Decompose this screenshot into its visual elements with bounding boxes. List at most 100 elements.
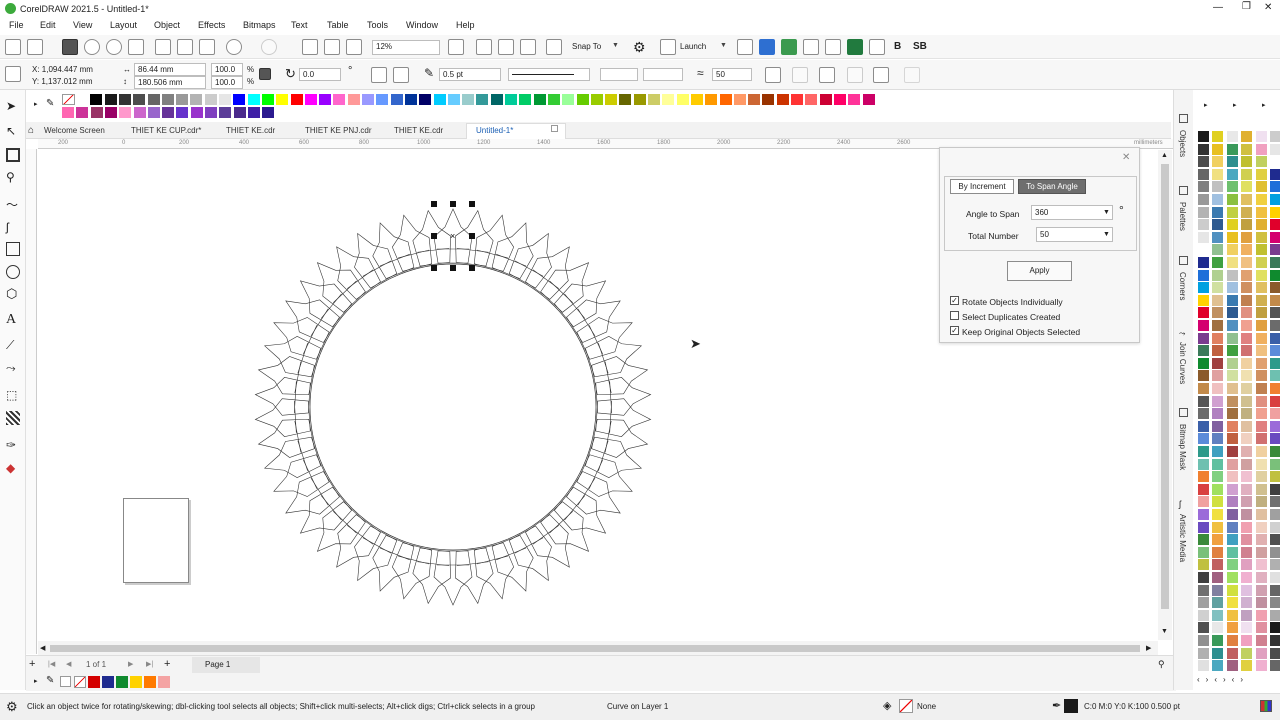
color-swatch[interactable]	[1212, 357, 1224, 370]
color-swatch[interactable]	[447, 94, 461, 105]
to-span-angle-tab[interactable]: To Span Angle	[1018, 179, 1086, 194]
color-swatch[interactable]	[1198, 370, 1210, 383]
color-swatch[interactable]	[1241, 269, 1253, 282]
color-swatch[interactable]	[1241, 181, 1253, 194]
color-swatch[interactable]	[1241, 458, 1253, 471]
color-swatch[interactable]	[119, 107, 133, 118]
add-page-icon[interactable]: +	[29, 658, 35, 670]
print-icon[interactable]	[128, 39, 144, 55]
petal[interactable]	[538, 250, 603, 315]
color-swatch[interactable]	[1270, 559, 1280, 572]
color-swatch[interactable]	[1256, 307, 1268, 320]
show-guidelines-icon[interactable]	[520, 39, 536, 55]
chevron-down-icon[interactable]: ▼	[1103, 231, 1110, 238]
smoothing-field[interactable]: 50	[712, 68, 752, 81]
color-swatch[interactable]	[1256, 168, 1268, 181]
color-swatch[interactable]	[1227, 345, 1239, 358]
color-swatch[interactable]	[1198, 660, 1210, 673]
docker-tab-bitmap-mask[interactable]: Bitmap Mask	[1178, 424, 1187, 470]
petal[interactable]	[575, 451, 640, 508]
color-swatch[interactable]	[1198, 559, 1210, 572]
color-swatch[interactable]	[1212, 181, 1224, 194]
petal[interactable]	[538, 499, 603, 564]
tab-close-icon[interactable]	[551, 125, 558, 132]
petal[interactable]	[288, 266, 354, 330]
color-swatch[interactable]	[1270, 320, 1280, 332]
color-swatch[interactable]	[1241, 395, 1253, 408]
color-swatch[interactable]	[1241, 483, 1253, 496]
tab-thiet-ke-2[interactable]: THIET KE.cdr	[394, 126, 443, 135]
maximize-button[interactable]: ❐	[1242, 1, 1251, 12]
color-swatch[interactable]	[1227, 332, 1239, 345]
vertical-ruler[interactable]	[26, 149, 37, 654]
color-swatch[interactable]	[1198, 168, 1210, 181]
color-swatch[interactable]	[1227, 509, 1239, 521]
color-swatch[interactable]	[1256, 282, 1268, 295]
petal[interactable]	[564, 285, 630, 346]
scroll-up-icon[interactable]: ▲	[1161, 152, 1168, 159]
color-swatch[interactable]	[1212, 471, 1224, 484]
color-swatch[interactable]	[219, 107, 233, 118]
scroll-thumb[interactable]	[1161, 164, 1169, 609]
color-swatch[interactable]	[1227, 647, 1239, 660]
color-swatch[interactable]	[247, 107, 261, 118]
color-swatch[interactable]	[1227, 546, 1239, 559]
palette-scroll-up-icon[interactable]: ▸	[1262, 101, 1266, 109]
petal[interactable]	[564, 468, 630, 529]
docker-tab-palettes[interactable]: Palettes	[1178, 202, 1187, 231]
menu-object[interactable]: Object	[154, 20, 180, 30]
color-swatch[interactable]	[90, 94, 104, 105]
show-rulers-icon[interactable]	[476, 39, 492, 55]
color-swatch[interactable]	[1241, 635, 1253, 647]
tab-thiet-ke-cup[interactable]: THIET KE CUP.cdr*	[131, 126, 201, 135]
color-swatch[interactable]	[162, 107, 176, 118]
color-swatch[interactable]	[1270, 244, 1280, 257]
color-swatch[interactable]	[1256, 408, 1268, 421]
add-page-after-icon[interactable]: +	[164, 658, 170, 670]
color-swatch[interactable]	[1256, 597, 1268, 610]
color-swatch[interactable]	[1212, 521, 1224, 534]
color-swatch[interactable]	[1227, 635, 1239, 647]
color-swatch[interactable]	[1256, 420, 1268, 433]
rectangle-tool-icon[interactable]	[6, 242, 20, 256]
color-swatch[interactable]	[1212, 370, 1224, 383]
color-swatch[interactable]	[1198, 509, 1210, 521]
color-swatch[interactable]	[1270, 181, 1280, 194]
color-swatch[interactable]	[1198, 156, 1210, 169]
eyedropper-icon[interactable]: ✎	[46, 675, 54, 686]
by-increment-tab[interactable]: By Increment	[950, 179, 1014, 194]
petal[interactable]	[452, 547, 496, 605]
color-swatch[interactable]	[133, 107, 147, 118]
color-swatch[interactable]	[104, 94, 118, 105]
color-swatch[interactable]	[1256, 471, 1268, 484]
tab-untitled[interactable]: Untitled-1*	[476, 126, 513, 135]
color-swatch[interactable]	[776, 94, 790, 105]
color-swatch[interactable]	[862, 94, 876, 105]
color-swatch[interactable]	[705, 94, 719, 105]
color-swatch[interactable]	[1227, 206, 1239, 219]
color-swatch[interactable]	[1198, 408, 1210, 421]
color-swatch[interactable]	[1198, 181, 1210, 194]
color-swatch[interactable]	[1270, 483, 1280, 496]
petal[interactable]	[584, 328, 647, 381]
quick-customize-icon[interactable]	[904, 67, 920, 83]
no-color-swatch[interactable]	[74, 676, 86, 688]
color-swatch[interactable]	[1212, 433, 1224, 446]
selection-handle[interactable]	[469, 201, 475, 207]
cloud-upload-icon[interactable]	[106, 39, 122, 55]
color-swatch[interactable]	[1212, 320, 1224, 332]
color-swatch[interactable]	[190, 94, 204, 105]
color-swatch[interactable]	[190, 107, 204, 118]
export-icon[interactable]	[324, 39, 340, 55]
color-swatch[interactable]	[1256, 559, 1268, 572]
palette-arrow-icon[interactable]: ▸	[34, 677, 38, 685]
color-swatch[interactable]	[1227, 143, 1239, 156]
color-swatch[interactable]	[1241, 282, 1253, 295]
petal[interactable]	[259, 328, 322, 381]
selection-handle[interactable]	[450, 265, 456, 271]
color-swatch[interactable]	[1256, 294, 1268, 307]
quick-customize-icon[interactable]	[847, 67, 863, 83]
color-swatch[interactable]	[76, 94, 89, 105]
transparency-tool-icon[interactable]	[6, 411, 20, 425]
color-swatch[interactable]	[1212, 660, 1224, 673]
